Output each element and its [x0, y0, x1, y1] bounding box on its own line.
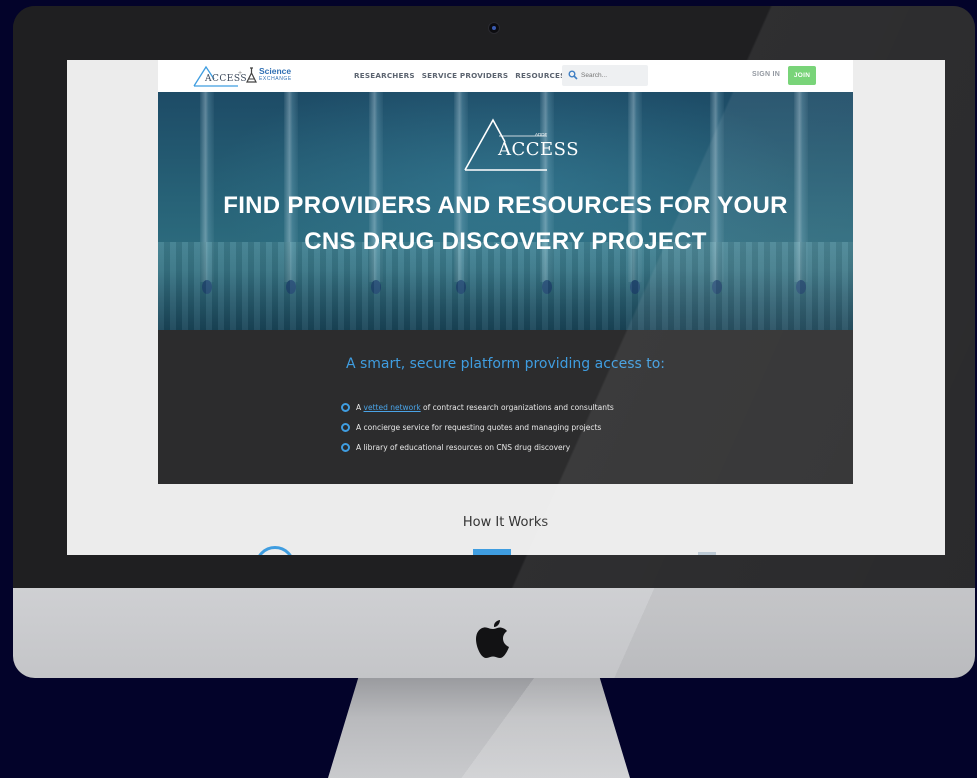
- bullet-text: A concierge service for requesting quote…: [356, 422, 602, 432]
- how-it-works-section: How It Works: [158, 484, 853, 555]
- list-item: A library of educational resources on CN…: [341, 437, 614, 457]
- stand-highlight: [328, 678, 630, 778]
- list-item: A vetted network of contract research or…: [341, 397, 614, 417]
- circle-step-icon: [255, 546, 295, 555]
- chin-shade: [13, 588, 975, 678]
- ring-bullet-icon: [341, 422, 350, 432]
- bullet-text: A vetted network of contract research or…: [356, 403, 614, 412]
- ring-bullet-icon: [341, 402, 350, 412]
- access-logo[interactable]: ACCESS: [192, 65, 247, 87]
- imac-monitor: ACCESS + Science EXCHANGE RESEARCHERS SE…: [13, 6, 975, 678]
- bullet-text: A library of educational resources on CN…: [356, 442, 571, 452]
- science-logo-text: Science: [259, 66, 292, 76]
- join-button[interactable]: JOIN: [788, 66, 816, 85]
- webcam-icon: [488, 22, 500, 34]
- exchange-logo-text: EXCHANGE: [259, 76, 292, 82]
- document-step-icon: [698, 552, 716, 555]
- vetted-network-link[interactable]: vetted network: [364, 403, 421, 412]
- how-it-works-title: How It Works: [462, 515, 549, 530]
- top-navigation: ACCESS + Science EXCHANGE RESEARCHERS SE…: [158, 60, 853, 92]
- search-icon: [568, 70, 578, 80]
- web-page: ACCESS + Science EXCHANGE RESEARCHERS SE…: [158, 60, 853, 555]
- nav-link-resources[interactable]: RESOURCES: [515, 71, 565, 80]
- science-exchange-logo[interactable]: Science EXCHANGE: [246, 66, 296, 86]
- hero-logo-small-text: ADDF: [535, 132, 548, 137]
- nav-link-service-providers[interactable]: SERVICE PROVIDERS: [422, 71, 509, 80]
- screen-step-icon: [473, 549, 511, 555]
- hero-access-logo: ADDF ACCESS: [461, 116, 579, 172]
- intro-title: A smart, secure platform providing acces…: [345, 356, 666, 372]
- bullet-prefix: A: [356, 402, 364, 412]
- nav-links: RESEARCHERS SERVICE PROVIDERS RESOURCES: [354, 71, 566, 80]
- browser-screen: ACCESS + Science EXCHANGE RESEARCHERS SE…: [67, 60, 945, 555]
- sign-in-link[interactable]: SIGN IN: [752, 71, 780, 78]
- list-item: A concierge service for requesting quote…: [341, 417, 614, 437]
- hero-banner: ADDF ACCESS FIND PROVIDERS AND RESOURCES…: [158, 92, 853, 330]
- nav-link-researchers[interactable]: RESEARCHERS: [354, 71, 415, 80]
- hero-title: FIND PROVIDERS AND RESOURCES FOR YOUR CN…: [223, 192, 788, 255]
- search-input[interactable]: [581, 69, 643, 82]
- ring-bullet-icon: [341, 442, 350, 452]
- flask-logo-icon: [246, 67, 257, 83]
- logo-plus-sign: +: [238, 70, 243, 77]
- intro-section: A smart, secure platform providing acces…: [158, 330, 853, 484]
- feature-list: A vetted network of contract research or…: [341, 397, 614, 457]
- bullet-suffix: of contract research organizations and c…: [420, 402, 614, 412]
- hero-logo-text: ACCESS: [498, 139, 580, 160]
- search-box[interactable]: [562, 65, 648, 86]
